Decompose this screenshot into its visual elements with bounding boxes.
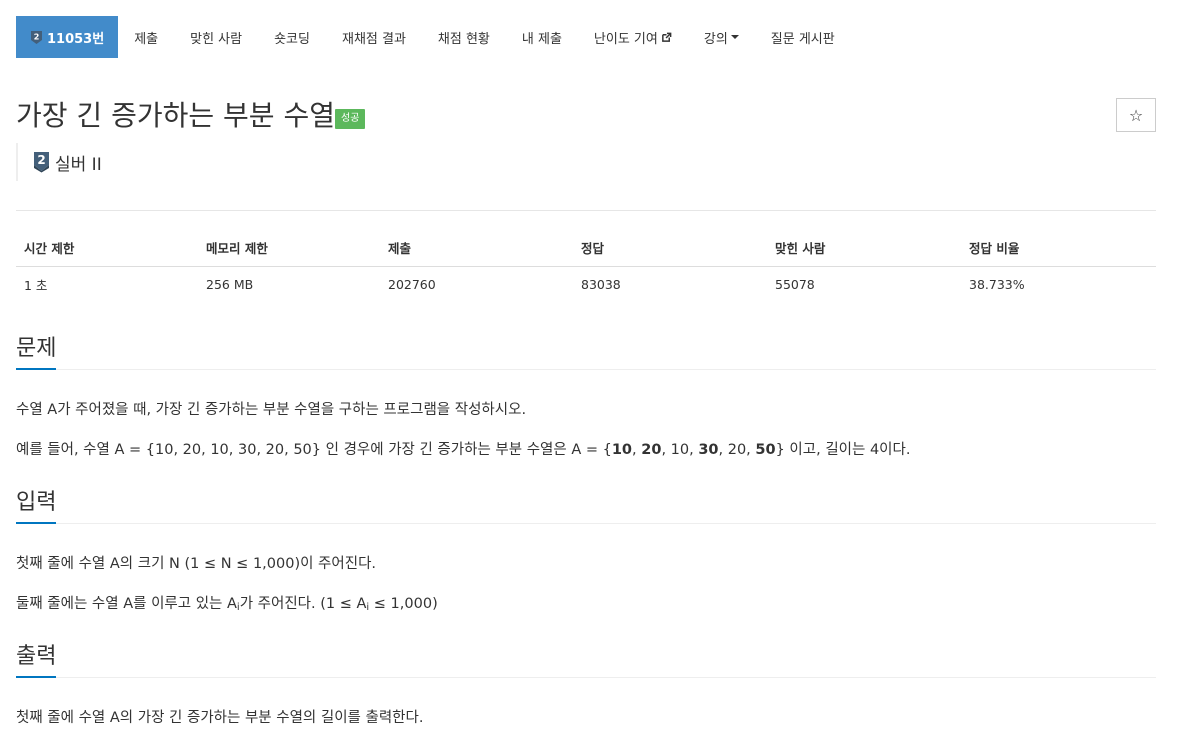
nav-qna-board[interactable]: 질문 게시판: [755, 16, 851, 58]
section-title: 출력: [16, 644, 57, 669]
time-limit-cell: 1 초: [16, 266, 198, 303]
section-accent: [16, 676, 56, 678]
description-example-line: 예를 들어, 수열 A = {10, 20, 10, 30, 20, 50} 인…: [16, 439, 1156, 461]
nav-problem-id-label: 11053번: [47, 31, 105, 47]
nav-lectures-dropdown[interactable]: 강의: [688, 16, 755, 58]
table-header-row: 시간 제한 메모리 제한 제출 정답 맞힌 사람 정답 비율: [16, 230, 1156, 267]
seq-bold: 50: [755, 442, 776, 458]
column-header: 시간 제한: [16, 230, 198, 267]
silver-tier-icon: 2: [34, 152, 49, 173]
accepted-cell: 83038: [573, 266, 767, 303]
solved-users-cell: 55078: [767, 266, 961, 303]
section-title: 문제: [16, 336, 57, 361]
nav-difficulty-label: 난이도 기여: [593, 31, 658, 47]
description-line: 수열 A가 주어졌을 때, 가장 긴 증가하는 부분 수열을 구하는 프로그램을…: [16, 402, 527, 418]
title-row: 가장 긴 증가하는 부분 수열 성공 ☆: [16, 96, 1156, 136]
problem-info-table: 시간 제한 메모리 제한 제출 정답 맞힌 사람 정답 비율 1 초 256 M…: [16, 230, 1156, 303]
nav-short-coding[interactable]: 숏코딩: [258, 16, 326, 58]
nav-submit[interactable]: 제출: [118, 16, 174, 58]
section-accent: [16, 368, 56, 370]
nav-rejudge-results[interactable]: 재채점 결과: [326, 16, 422, 58]
input-text: 가 주어진다. (1 ≤ A: [239, 596, 367, 612]
submissions-cell: 202760: [380, 266, 573, 303]
description-section-header: 문제: [16, 334, 1156, 370]
seq-bold: 20: [641, 442, 662, 458]
silver-tier-icon: 2: [31, 30, 42, 44]
divider: [16, 210, 1156, 211]
column-header: 정답 비율: [961, 230, 1156, 267]
nav-my-submissions[interactable]: 내 제출: [506, 16, 578, 58]
section-rule: [16, 523, 1156, 524]
example-suffix: } 이고, 길이는 4이다.: [775, 442, 911, 458]
seq-bold: 30: [698, 442, 719, 458]
problem-page: 2 11053번 제출 맞힌 사람 숏코딩 재채점 결과 채점 현황 내 제출 …: [0, 0, 1186, 742]
seq-plain: , 10,: [661, 442, 699, 458]
favorite-button[interactable]: ☆: [1116, 98, 1156, 132]
tier-label: 실버 II: [55, 154, 102, 175]
external-link-icon: [661, 32, 672, 42]
accept-ratio-cell: 38.733%: [961, 266, 1156, 303]
column-header: 맞힌 사람: [767, 230, 961, 267]
input-text: 둘째 줄에는 수열 A를 이루고 있는 A: [16, 596, 237, 612]
nav-lectures-label: 강의: [703, 31, 728, 47]
input-section-header: 입력: [16, 488, 1156, 524]
section-rule: [16, 369, 1156, 370]
status-badge: 성공: [335, 109, 366, 129]
tier-number: 2: [37, 153, 45, 167]
input-line: 첫째 줄에 수열 A의 크기 N (1 ≤ N ≤ 1,000)이 주어진다.: [16, 556, 377, 572]
column-header: 제출: [380, 230, 573, 267]
nav-status[interactable]: 채점 현황: [422, 16, 506, 58]
tier-number: 2: [34, 32, 40, 41]
caret-down-icon: [730, 35, 739, 39]
input-text: ≤ 1,000): [369, 596, 438, 612]
star-icon: ☆: [1128, 105, 1144, 125]
section-title: 입력: [16, 490, 57, 515]
problem-menu: 2 11053번 제출 맞힌 사람 숏코딩 재채점 결과 채점 현황 내 제출 …: [16, 16, 1156, 58]
section-accent: [16, 522, 56, 524]
problem-title: 가장 긴 증가하는 부분 수열: [16, 99, 335, 132]
seq-plain: ,: [632, 442, 642, 458]
seq-plain: , 20,: [718, 442, 756, 458]
output-line: 첫째 줄에 수열 A의 가장 긴 증가하는 부분 수열의 길이를 출력한다.: [16, 710, 424, 726]
input-line: 둘째 줄에는 수열 A를 이루고 있는 Ai가 주어진다. (1 ≤ Ai ≤ …: [16, 593, 1156, 619]
table-row: 1 초 256 MB 202760 83038 55078 38.733%: [16, 266, 1156, 303]
tier-row: 2 실버 II: [16, 143, 102, 181]
column-header: 정답: [573, 230, 767, 267]
column-header: 메모리 제한: [198, 230, 380, 267]
output-section-header: 출력: [16, 642, 1156, 678]
section-rule: [16, 677, 1156, 678]
memory-limit-cell: 256 MB: [198, 266, 380, 303]
nav-problem-id[interactable]: 2 11053번: [16, 16, 119, 58]
nav-difficulty-contribution[interactable]: 난이도 기여: [578, 16, 688, 58]
nav-solved-users[interactable]: 맞힌 사람: [174, 16, 258, 58]
example-prefix: 예를 들어, 수열 A = {10, 20, 10, 30, 20, 50} 인…: [16, 442, 612, 458]
seq-bold: 10: [611, 442, 633, 458]
